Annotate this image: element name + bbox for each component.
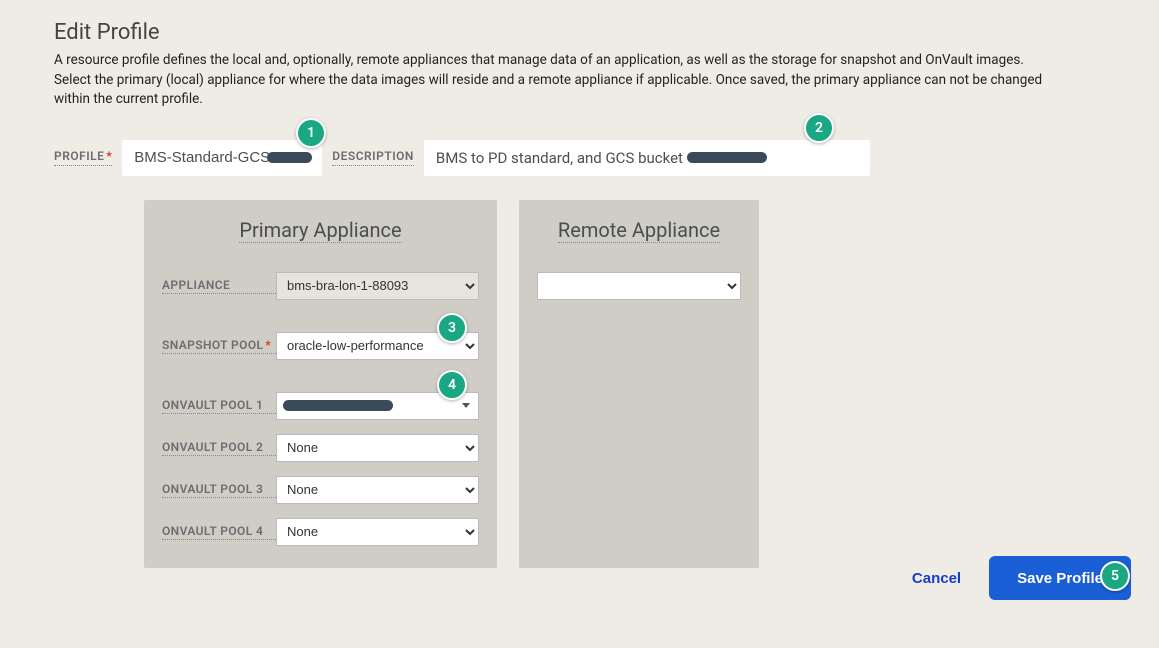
onvault-pool-4-label: ONVAULT POOL 4	[162, 524, 276, 540]
appliance-label: APPLIANCE	[162, 278, 276, 294]
page-description: A resource profile defines the local and…	[0, 51, 1100, 128]
onvault-pool-3-label: ONVAULT POOL 3	[162, 482, 276, 498]
description-input[interactable]: BMS to PD standard, and GCS bucket	[424, 140, 870, 176]
onvault-pool-2-select[interactable]: None	[276, 434, 479, 462]
remote-appliance-heading: Remote Appliance	[537, 218, 741, 244]
remote-appliance-panel: Remote Appliance	[519, 200, 759, 568]
profile-label: PROFILE*	[54, 149, 112, 166]
description-label: DESCRIPTION	[332, 149, 414, 166]
top-fields: PROFILE* DESCRIPTION BMS to PD standard,…	[0, 128, 1159, 200]
callout-marker-3: 3	[437, 313, 467, 343]
snapshot-pool-label: SNAPSHOT POOL*	[162, 338, 276, 354]
callout-marker-1: 1	[296, 118, 326, 148]
onvault-pool-3-select[interactable]: None	[276, 476, 479, 504]
onvault-pool-2-label: ONVAULT POOL 2	[162, 440, 276, 456]
primary-appliance-heading: Primary Appliance	[162, 218, 479, 244]
chevron-down-icon	[462, 403, 470, 408]
redacted-text	[267, 152, 312, 163]
action-bar: Cancel Save Profile	[912, 556, 1131, 600]
callout-marker-2: 2	[804, 113, 834, 143]
remote-appliance-select[interactable]	[537, 272, 741, 300]
redacted-text	[283, 400, 393, 411]
callout-marker-4: 4	[437, 370, 467, 400]
appliance-select[interactable]: bms-bra-lon-1-88093	[276, 272, 479, 300]
required-asterisk: *	[106, 149, 112, 163]
page-title: Edit Profile	[0, 0, 1159, 51]
onvault-pool-4-select[interactable]: None	[276, 518, 479, 546]
redacted-text	[687, 152, 767, 163]
required-asterisk: *	[265, 338, 271, 352]
callout-marker-5: 5	[1100, 561, 1130, 591]
onvault-pool-1-label: ONVAULT POOL 1	[162, 398, 276, 414]
cancel-button[interactable]: Cancel	[912, 570, 961, 587]
